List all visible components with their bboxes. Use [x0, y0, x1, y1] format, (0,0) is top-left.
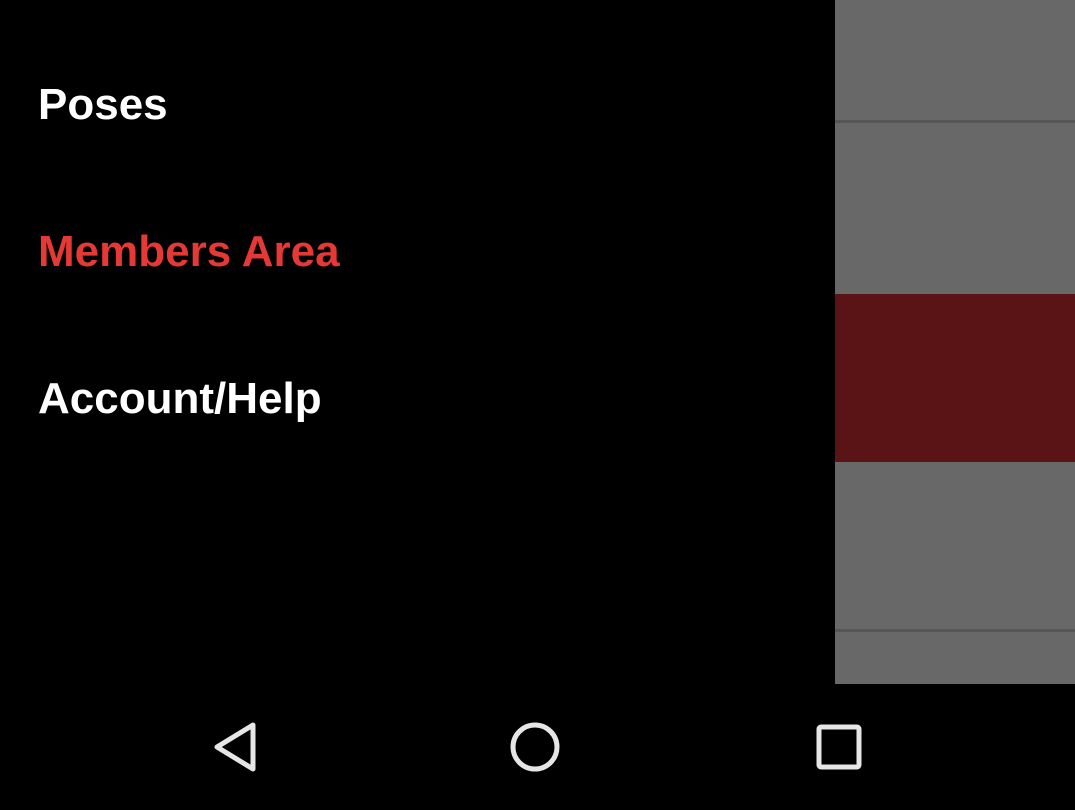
back-icon [214, 722, 256, 772]
recents-button[interactable] [804, 712, 874, 782]
recents-icon [816, 724, 862, 770]
highlighted-content-band [835, 294, 1075, 462]
system-navigation-bar [0, 684, 1075, 810]
home-icon [510, 722, 560, 772]
drawer-item-poses[interactable]: Poses [38, 60, 168, 150]
screen: Poses Members Area Account/Help [0, 0, 1075, 810]
list-divider [835, 629, 1075, 632]
back-button[interactable] [199, 712, 269, 782]
drawer-item-members-area[interactable]: Members Area [38, 207, 340, 297]
navigation-drawer: Poses Members Area Account/Help [0, 0, 835, 684]
list-divider [835, 120, 1075, 123]
drawer-item-account-help[interactable]: Account/Help [38, 354, 322, 444]
home-button[interactable] [500, 712, 570, 782]
drawer-scrim[interactable] [835, 0, 1075, 684]
